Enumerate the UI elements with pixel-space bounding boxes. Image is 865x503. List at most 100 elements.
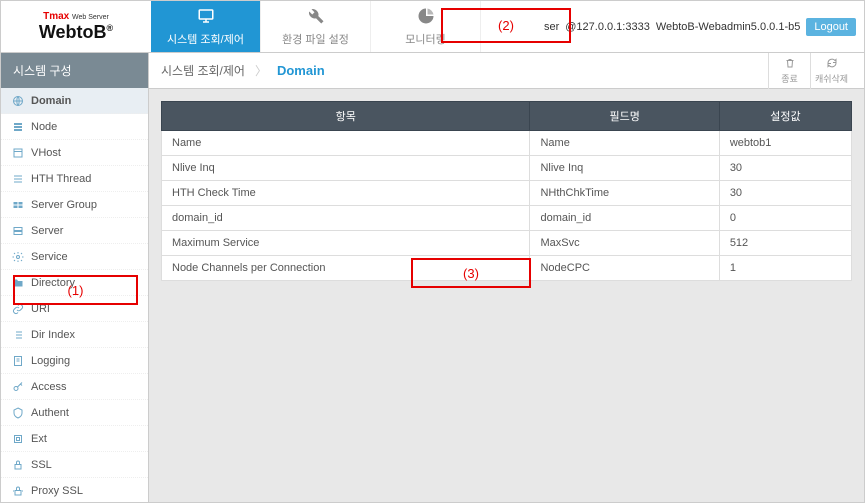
sidebar-item-domain[interactable]: Domain <box>1 88 148 114</box>
refresh-icon <box>826 57 838 71</box>
table-header: 항목 <box>162 102 530 131</box>
logo-brand: Tmax <box>43 11 69 22</box>
table-row: Nlive InqNlive Inq30 <box>162 156 852 181</box>
nav-tabs: 시스템 조회/제어 환경 파일 설정 모니터링 <box>151 1 481 52</box>
thread-icon <box>11 172 24 185</box>
table-row: Node Channels per ConnectionNodeCPC1 <box>162 256 852 281</box>
sidebar-item-authent[interactable]: Authent <box>1 400 148 426</box>
gear-icon <box>11 250 24 263</box>
log-icon <box>11 354 24 367</box>
table-cell: Name <box>530 131 719 156</box>
table-cell: NodeCPC <box>530 256 719 281</box>
sidebar-item-label: SSL <box>31 459 52 471</box>
logo-main: WebtoB <box>39 22 107 42</box>
sidebar-item-logging[interactable]: Logging <box>1 348 148 374</box>
table-cell: domain_id <box>162 206 530 231</box>
sidebar-item-label: Service <box>31 251 68 263</box>
table-cell: 512 <box>719 231 851 256</box>
logo-reg: ® <box>107 23 114 33</box>
table-cell: 1 <box>719 256 851 281</box>
sidebar-item-label: Authent <box>31 407 69 419</box>
table-cell: HTH Check Time <box>162 181 530 206</box>
proxy-icon <box>11 484 24 497</box>
sidebar-item-access[interactable]: Access <box>1 374 148 400</box>
table-cell: 30 <box>719 156 851 181</box>
sidebar-item-service[interactable]: Service <box>1 244 148 270</box>
sidebar-item-directory[interactable]: Directory <box>1 270 148 296</box>
sidebar-item-ext[interactable]: Ext <box>1 426 148 452</box>
sidebar-item-dirindex[interactable]: Dir Index <box>1 322 148 348</box>
sidebar-item-label: HTH Thread <box>31 173 91 185</box>
sidebar-item-label: Ext <box>31 433 47 445</box>
sidebar-item-label: Node <box>31 121 57 133</box>
chart-icon <box>417 7 435 28</box>
table-cell: Maximum Service <box>162 231 530 256</box>
action-label: 캐쉬삭제 <box>815 72 848 85</box>
sidebar-item-label: Server <box>31 225 63 237</box>
nav-tab-label: 환경 파일 설정 <box>282 31 349 47</box>
link-icon <box>11 302 24 315</box>
table-row: Maximum ServiceMaxSvc512 <box>162 231 852 256</box>
shield-icon <box>11 406 24 419</box>
trash-icon <box>784 57 796 71</box>
table-row: domain_iddomain_id0 <box>162 206 852 231</box>
sidebar-item-label: URI <box>31 303 50 315</box>
nav-tab-system[interactable]: 시스템 조회/제어 <box>151 1 261 52</box>
sidebar-item-server[interactable]: Server <box>1 218 148 244</box>
nav-tab-label: 모니터링 <box>405 31 445 47</box>
sidebar-item-hth[interactable]: HTH Thread <box>1 166 148 192</box>
table-row: HTH Check TimeNHthChkTime30 <box>162 181 852 206</box>
logo: Tmax Web Server WebtoB® <box>1 1 151 52</box>
sidebar-title: 시스템 구성 <box>1 53 148 88</box>
sidebar-item-ssl[interactable]: SSL <box>1 452 148 478</box>
action-label: 종료 <box>781 72 798 85</box>
ext-icon <box>11 432 24 445</box>
domain-table: 항목 필드명 설정값 NameNamewebtob1 Nlive InqNliv… <box>161 101 852 281</box>
chevron-right-icon: 〉 <box>255 62 267 79</box>
folder-icon <box>11 276 24 289</box>
nav-tab-label: 시스템 조회/제어 <box>167 31 244 47</box>
table-header-row: 항목 필드명 설정값 <box>162 102 852 131</box>
header-right: ser @127.0.0.1:3333 WebtoB-Webadmin5.0.0… <box>544 1 864 52</box>
table-cell: domain_id <box>530 206 719 231</box>
sidebar-item-vhost[interactable]: VHost <box>1 140 148 166</box>
table-header: 필드명 <box>530 102 719 131</box>
table-cell: Name <box>162 131 530 156</box>
node-icon <box>11 120 24 133</box>
user-prefix: ser <box>544 21 559 33</box>
content-area: 항목 필드명 설정값 NameNamewebtob1 Nlive InqNliv… <box>149 89 864 502</box>
sidebar-item-label: Logging <box>31 355 70 367</box>
sidebar-item-servergroup[interactable]: Server Group <box>1 192 148 218</box>
logout-button[interactable]: Logout <box>806 18 856 36</box>
monitor-icon <box>197 7 215 28</box>
key-icon <box>11 380 24 393</box>
table-cell: 30 <box>719 181 851 206</box>
sidebar-item-uri[interactable]: URI <box>1 296 148 322</box>
sidebar: 시스템 구성 Domain Node VHost HTH Thread Serv… <box>1 53 149 502</box>
sidebar-item-node[interactable]: Node <box>1 114 148 140</box>
sidebar-item-label: Access <box>31 381 66 393</box>
table-cell: webtob1 <box>719 131 851 156</box>
wrench-icon <box>307 7 325 28</box>
shutdown-button[interactable]: 종료 <box>768 53 810 89</box>
cache-clear-button[interactable]: 캐쉬삭제 <box>810 53 852 89</box>
nav-tab-monitoring[interactable]: 모니터링 <box>371 1 481 52</box>
table-cell: Nlive Inq <box>530 156 719 181</box>
table-cell: NHthChkTime <box>530 181 719 206</box>
nav-tab-config[interactable]: 환경 파일 설정 <box>261 1 371 52</box>
sidebar-item-label: Directory <box>31 277 75 289</box>
logo-sub: Web Server <box>72 14 109 21</box>
table-cell: Node Channels per Connection <box>162 256 530 281</box>
sidebar-item-label: Server Group <box>31 199 97 211</box>
breadcrumb-parent[interactable]: 시스템 조회/제어 <box>161 62 245 79</box>
table-header: 설정값 <box>719 102 851 131</box>
list-icon <box>11 328 24 341</box>
group-icon <box>11 198 24 211</box>
main-area: 시스템 조회/제어 〉 Domain 종료 캐쉬삭제 <box>149 53 864 502</box>
table-cell: MaxSvc <box>530 231 719 256</box>
sidebar-item-proxyssl[interactable]: Proxy SSL <box>1 478 148 502</box>
table-cell: Nlive Inq <box>162 156 530 181</box>
sidebar-item-label: Domain <box>31 95 71 107</box>
lock-icon <box>11 458 24 471</box>
vhost-icon <box>11 146 24 159</box>
